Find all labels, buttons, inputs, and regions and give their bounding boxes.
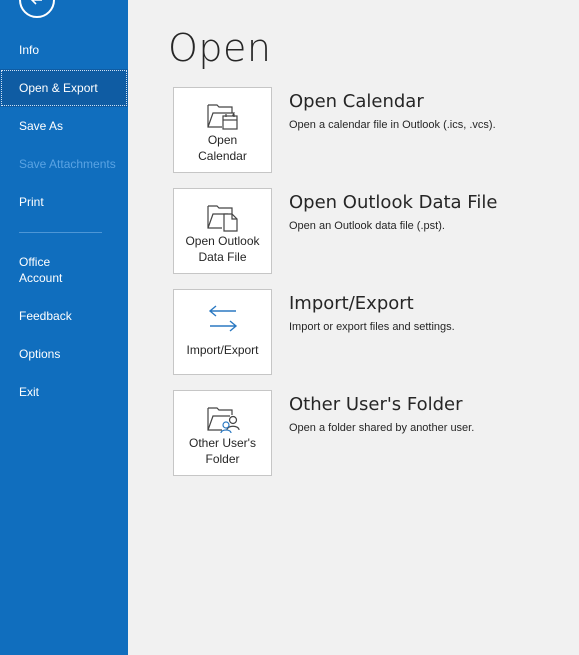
nav-item-label: Info	[19, 43, 40, 57]
nav-item-label: Save As	[19, 119, 64, 133]
option-description: Open a folder shared by another user.	[289, 422, 475, 434]
option-title: Open Calendar	[289, 91, 424, 112]
nav-item-label: Print	[19, 195, 44, 209]
option-description: Open a calendar file in Outlook (.ics, .…	[289, 119, 496, 131]
back-arrow-icon	[30, 0, 42, 5]
folder-calendar-icon	[203, 98, 243, 132]
nav-item-label: Exit	[19, 385, 40, 399]
tile-label: Import/Export	[186, 343, 259, 357]
other-users-folder-button[interactable]: Other User's Folder	[173, 390, 272, 476]
option-description: Open an Outlook data file (.pst).	[289, 220, 445, 232]
nav-divider	[19, 232, 102, 233]
nav-item-exit[interactable]: Exit	[0, 373, 128, 411]
nav-item-save-as[interactable]: Save As	[0, 107, 128, 145]
open-calendar-button[interactable]: Open Calendar	[173, 87, 272, 173]
nav-item-print[interactable]: Print	[0, 183, 128, 221]
open-outlook-data-file-button[interactable]: Open Outlook Data File	[173, 188, 272, 274]
option-description: Import or export files and settings.	[289, 321, 455, 333]
nav-item-label: Feedback	[19, 309, 72, 323]
back-button[interactable]	[19, 0, 55, 18]
nav-item-label: Open & Export	[19, 81, 98, 95]
tile-label: Open Outlook Data File	[185, 234, 260, 264]
nav-item-info[interactable]: Info	[0, 31, 128, 69]
shared-folder-user-icon	[203, 401, 243, 435]
backstage-sidebar: Info Open & Export Save As Save Attachme…	[0, 0, 128, 655]
nav-item-save-attachments: Save Attachments	[0, 145, 128, 183]
nav-item-office-account[interactable]: Office Account	[0, 248, 128, 292]
nav-item-label: Options	[19, 347, 61, 361]
nav-item-open-export[interactable]: Open & Export	[0, 69, 128, 107]
tile-label: Other User's Folder	[189, 436, 256, 466]
nav-item-label: Office Account	[19, 255, 63, 285]
tile-label: Open Calendar	[198, 133, 247, 163]
nav-item-options[interactable]: Options	[0, 335, 128, 373]
nav-item-feedback[interactable]: Feedback	[0, 297, 128, 335]
option-title: Open Outlook Data File	[289, 192, 498, 213]
backstage-view: Info Open & Export Save As Save Attachme…	[0, 0, 579, 655]
nav-item-label: Save Attachments	[19, 157, 116, 171]
option-title: Other User's Folder	[289, 394, 463, 415]
import-export-button[interactable]: Import/Export	[173, 289, 272, 375]
option-title: Import/Export	[289, 293, 414, 314]
folder-document-icon	[203, 199, 243, 233]
page-title: Open	[168, 26, 272, 70]
import-export-arrows-icon	[203, 302, 243, 336]
